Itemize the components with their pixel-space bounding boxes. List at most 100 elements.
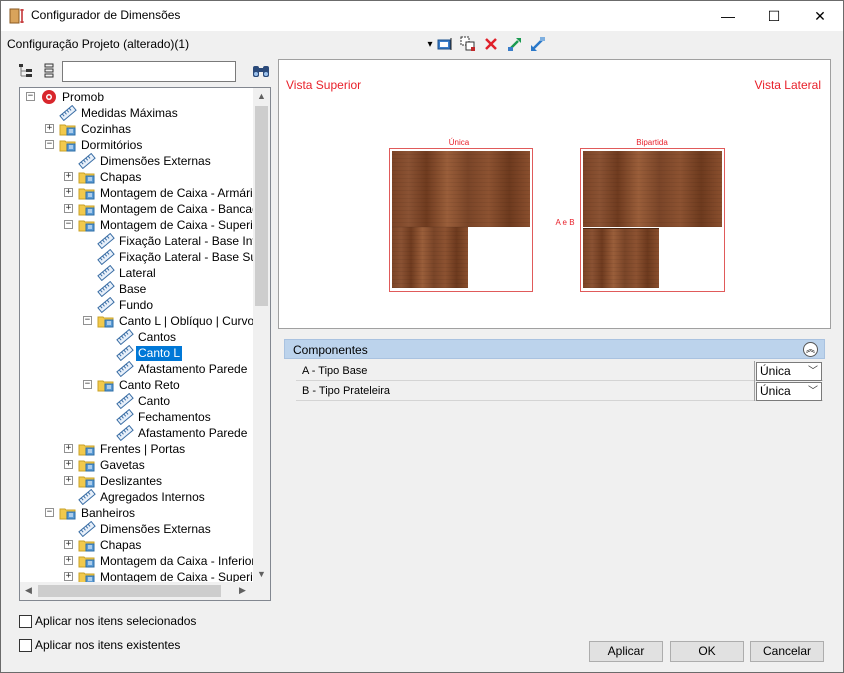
tree-item[interactable]: Chapas	[78, 169, 143, 185]
tree-item-label: Fixação Lateral - Base Inferior	[119, 233, 253, 248]
ruler-icon	[116, 408, 134, 426]
tree-item[interactable]: Canto	[116, 392, 172, 410]
folder-icon	[78, 185, 96, 201]
tree-item-label: Montagem da Caixa - Inferior	[100, 553, 253, 568]
tree-item-label: Gavetas	[100, 457, 145, 472]
tree-item[interactable]: Agregados Internos	[78, 488, 207, 506]
apply-existing-option[interactable]: Aplicar nos itens existentes	[19, 638, 180, 652]
tree-item[interactable]: Afastamento Parede	[116, 424, 249, 442]
tree-item[interactable]: Canto L | Oblíquo | Curvo	[97, 313, 253, 329]
tree-search-input[interactable]	[62, 61, 236, 82]
ruler-icon	[116, 360, 134, 378]
tree-expander-icon[interactable]: +	[45, 124, 54, 133]
tree-view[interactable]: − Promob Medidas Máximas + Cozinhas − Dormitór…	[19, 87, 271, 601]
scroll-left-icon[interactable]: ◀	[25, 585, 32, 596]
tree-expander-icon[interactable]: +	[64, 476, 73, 485]
tree-horizontal-scrollbar[interactable]: ◀ ▶	[20, 582, 253, 600]
tree-item[interactable]: Fechamentos	[116, 408, 213, 426]
tree-expander-icon[interactable]: +	[64, 172, 73, 181]
ruler-icon	[97, 296, 115, 314]
expand-tree-icon[interactable]	[18, 63, 34, 79]
tree-item[interactable]: Promob	[40, 89, 106, 105]
tree-item[interactable]: Frentes | Portas	[78, 441, 187, 457]
maximize-button[interactable]: ☐	[751, 1, 797, 31]
tree-item[interactable]: Canto L	[116, 344, 183, 362]
tree-item[interactable]: Banheiros	[59, 505, 137, 521]
tree-item[interactable]: Chapas	[78, 537, 143, 553]
tree-expander-icon[interactable]: −	[83, 316, 92, 325]
tree-item[interactable]: Medidas Máximas	[59, 104, 180, 122]
tree-item[interactable]: Canto Reto	[97, 377, 182, 393]
tree-item[interactable]: Afastamento Parede	[116, 360, 249, 378]
tree-expander-icon[interactable]: +	[64, 540, 73, 549]
tree-item-label: Cantos	[138, 329, 177, 344]
tree-item-label: Fundo	[119, 297, 154, 312]
tree-expander-icon[interactable]: −	[45, 140, 54, 149]
tree-item[interactable]: Deslizantes	[78, 473, 164, 489]
tree-expander-icon[interactable]: −	[83, 380, 92, 389]
apply-selected-checkbox[interactable]	[19, 614, 32, 628]
tree-item[interactable]: Lateral	[97, 264, 158, 282]
tree-item[interactable]: Gavetas	[78, 457, 147, 473]
tree-expander-icon[interactable]: −	[64, 220, 73, 229]
apply-existing-checkbox[interactable]	[19, 638, 32, 652]
tree-item[interactable]: Base	[97, 280, 148, 298]
tree-item[interactable]: Montagem de Caixa - Superior	[78, 569, 253, 582]
cancel-button[interactable]: Cancelar	[750, 641, 824, 662]
copy-button[interactable]	[459, 35, 477, 53]
minimize-button[interactable]: —	[705, 1, 751, 31]
tree-vertical-scroll-thumb[interactable]	[255, 106, 268, 306]
tree-item-label: Chapas	[100, 537, 142, 552]
close-button[interactable]: ✕	[797, 1, 843, 31]
tree-item[interactable]: Fixação Lateral - Base Superior	[97, 248, 253, 266]
tree-expander-icon[interactable]: −	[45, 508, 54, 517]
scroll-up-icon[interactable]: ▲	[257, 91, 266, 101]
collapse-button[interactable]: ︽	[803, 342, 818, 357]
components-header[interactable]: Componentes ︽	[284, 339, 825, 359]
tree-vertical-scrollbar[interactable]: ▲ ▼	[253, 88, 270, 582]
import-button[interactable]	[529, 35, 547, 53]
tree-expander-icon[interactable]: +	[64, 188, 73, 197]
tipo-base-select[interactable]: Única ﹀	[756, 362, 822, 381]
tree-item-label: Deslizantes	[100, 473, 163, 488]
tree-expander-icon[interactable]: +	[64, 204, 73, 213]
tree-item[interactable]: Dimensões Externas	[78, 520, 213, 538]
tree-item[interactable]: Cozinhas	[59, 121, 133, 137]
tree-item[interactable]: Montagem de Caixa - Armários	[78, 185, 253, 201]
ok-button[interactable]: OK	[670, 641, 744, 662]
tree-item[interactable]: Cantos	[116, 328, 178, 346]
tree-expander-icon[interactable]: +	[64, 444, 73, 453]
bipartida-caption: Bipartida	[636, 138, 668, 147]
tree-expander-icon[interactable]: +	[64, 556, 73, 565]
shelf-panel-top	[583, 151, 722, 227]
tree-item[interactable]: Montagem de Caixa - Bancadas	[78, 201, 253, 217]
tree-expander-icon[interactable]: +	[64, 572, 73, 581]
tree-item-label: Dimensões Externas	[100, 153, 211, 168]
ruler-icon	[97, 280, 115, 298]
folder-icon	[78, 537, 96, 553]
scroll-down-icon[interactable]: ▼	[257, 569, 266, 579]
apply-selected-option[interactable]: Aplicar nos itens selecionados	[19, 614, 196, 628]
tree-horizontal-scroll-thumb[interactable]	[38, 585, 221, 597]
tree-item[interactable]: Fundo	[97, 296, 155, 314]
tree-item[interactable]: Fixação Lateral - Base Inferior	[97, 232, 253, 250]
binoculars-icon[interactable]	[252, 63, 270, 79]
export-button[interactable]	[506, 35, 524, 53]
apply-button[interactable]: Aplicar	[589, 641, 663, 662]
scroll-right-icon[interactable]: ▶	[239, 585, 246, 596]
tree-expander-icon[interactable]: −	[26, 92, 35, 101]
tree-item-label: Canto L	[136, 345, 183, 361]
tree-expander-icon[interactable]: +	[64, 460, 73, 469]
tree-item[interactable]: Dormitórios	[59, 137, 144, 153]
ruler-icon	[97, 232, 115, 250]
tree-item[interactable]: Montagem de Caixa - Superior	[78, 217, 253, 233]
folder-icon	[59, 505, 77, 521]
tree-item[interactable]: Dimensões Externas	[78, 152, 213, 170]
delete-button[interactable]	[482, 35, 500, 53]
tree-item-label: Afastamento Parede	[138, 361, 248, 376]
select-button[interactable]	[436, 35, 454, 53]
tree-item[interactable]: Montagem da Caixa - Inferior	[78, 553, 253, 569]
tipo-prateleira-select[interactable]: Única ﹀	[756, 382, 822, 401]
window-title: Configurador de Dimensões	[31, 8, 181, 22]
collapse-tree-icon[interactable]	[41, 63, 57, 79]
